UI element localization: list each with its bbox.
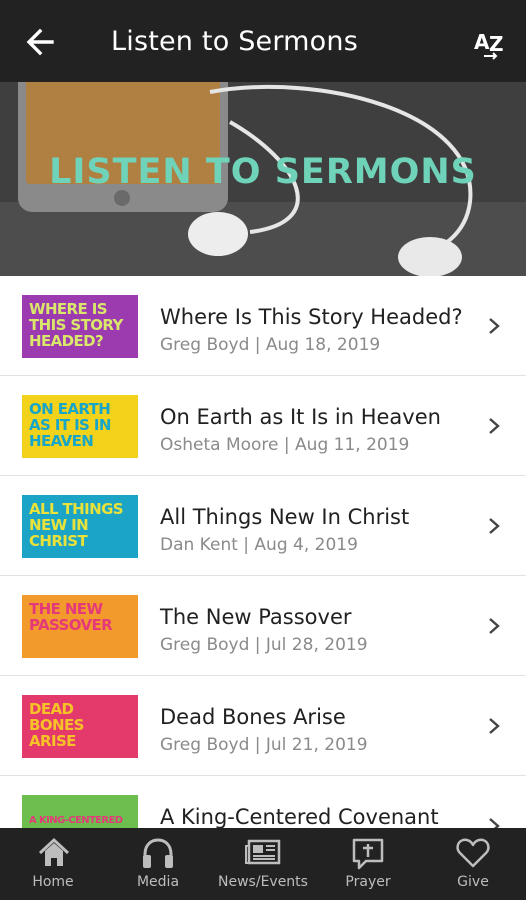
sermon-meta: Greg Boyd | Jul 28, 2019 xyxy=(160,635,368,655)
sermon-row[interactable]: On earth as it is in heaven On Earth as … xyxy=(0,376,526,476)
hero-title: LISTEN TO SERMONS xyxy=(49,152,477,192)
svg-text:Z: Z xyxy=(489,32,504,56)
sermon-row[interactable]: Dead bones arise Dead Bones Arise Greg B… xyxy=(0,676,526,776)
sermon-row[interactable]: Where is this story headed? Where Is Thi… xyxy=(0,276,526,376)
sermon-thumbnail: Where is this story headed? xyxy=(22,295,138,358)
chevron-right-icon xyxy=(489,618,500,634)
prayer-icon xyxy=(352,838,384,870)
hero-banner: LISTEN TO SERMONS xyxy=(0,82,526,276)
nav-media[interactable]: Media xyxy=(108,828,208,900)
chevron-right-icon xyxy=(489,418,500,434)
nav-news-events-label: News/Events xyxy=(218,874,308,890)
sermon-meta: Greg Boyd | Aug 18, 2019 xyxy=(160,335,381,355)
home-icon xyxy=(38,837,70,866)
sermon-row[interactable]: All things new in Christ All Things New … xyxy=(0,476,526,576)
sermon-meta: Dan Kent | Aug 4, 2019 xyxy=(160,535,358,555)
sermon-title: All Things New In Christ xyxy=(160,505,410,529)
chevron-right-icon xyxy=(489,318,500,334)
sermon-title: Where Is This Story Headed? xyxy=(160,305,463,329)
nav-prayer-label: Prayer xyxy=(345,874,391,890)
sermon-thumbnail: All things new in Christ xyxy=(22,495,138,558)
heart-icon xyxy=(456,838,490,868)
bottom-nav: Home Media News/Events Prayer Give xyxy=(0,828,526,900)
chevron-right-icon xyxy=(489,818,500,828)
sermon-row[interactable]: The new passover The New Passover Greg B… xyxy=(0,576,526,676)
nav-home-label: Home xyxy=(32,874,74,890)
sermon-thumbnail: The new passover xyxy=(22,595,138,658)
nav-news-events[interactable]: News/Events xyxy=(213,828,313,900)
sermon-title: On Earth as It Is in Heaven xyxy=(160,405,441,429)
sermon-list: Where is this story headed? Where Is Thi… xyxy=(0,276,526,828)
nav-prayer[interactable]: Prayer xyxy=(318,828,418,900)
chevron-right-icon xyxy=(489,518,500,534)
sermon-thumbnail: On earth as it is in heaven xyxy=(22,395,138,458)
arrow-left-icon[interactable] xyxy=(22,24,58,60)
sermon-title: The New Passover xyxy=(160,605,352,629)
chevron-right-icon xyxy=(489,718,500,734)
sermon-meta: Osheta Moore | Aug 11, 2019 xyxy=(160,435,410,455)
sermon-meta: Greg Boyd | Jul 21, 2019 xyxy=(160,735,368,755)
sermon-title: A King-Centered Covenant xyxy=(160,805,439,828)
sermon-thumbnail: A king-centered xyxy=(22,795,138,828)
nav-give[interactable]: Give xyxy=(423,828,523,900)
nav-give-label: Give xyxy=(457,874,489,890)
app-bar: Listen to Sermons A Z xyxy=(0,0,526,82)
nav-home[interactable]: Home xyxy=(3,828,103,900)
sort-az-icon[interactable]: A Z xyxy=(470,24,510,64)
svg-text:A: A xyxy=(474,30,490,54)
sermon-row[interactable]: A king-centered A King-Centered Covenant xyxy=(0,776,526,828)
page-title: Listen to Sermons xyxy=(111,26,358,57)
nav-media-label: Media xyxy=(136,874,180,890)
sermon-title: Dead Bones Arise xyxy=(160,705,346,729)
newspaper-icon xyxy=(245,839,281,865)
sermon-thumbnail: Dead bones arise xyxy=(22,695,138,758)
headphones-icon xyxy=(143,838,173,868)
